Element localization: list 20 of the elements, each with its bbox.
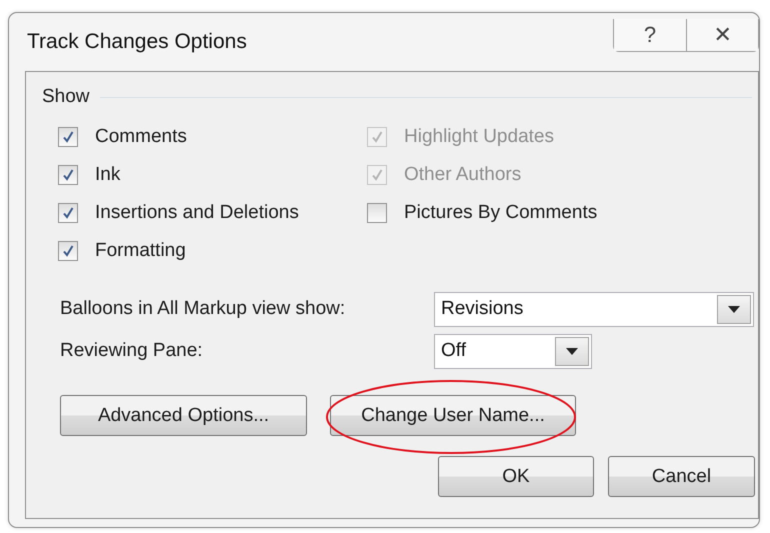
window-title: Track Changes Options <box>27 30 247 54</box>
dropdown-arrow-icon[interactable] <box>728 306 740 312</box>
checkbox[interactable] <box>367 203 387 223</box>
checkbox-label[interactable]: Pictures By Comments <box>404 202 598 224</box>
ok-button[interactable]: OK <box>438 456 594 497</box>
checkbox-label[interactable]: Ink <box>95 164 120 186</box>
checkbox-label[interactable]: Insertions and Deletions <box>95 202 299 224</box>
dropdown-arrow-icon[interactable] <box>566 348 578 354</box>
advanced-options-button[interactable]: Advanced Options... <box>60 395 307 436</box>
cancel-button[interactable]: Cancel <box>608 456 755 497</box>
field-label: Reviewing Pane: <box>60 340 204 362</box>
checkbox-label[interactable]: Formatting <box>95 240 186 262</box>
change-user-name-button[interactable]: Change User Name... <box>330 395 576 436</box>
checkbox-label[interactable]: Comments <box>95 126 187 148</box>
close-button[interactable]: ✕ <box>686 19 758 51</box>
help-button[interactable]: ? <box>614 19 686 51</box>
group-label: Show <box>42 86 90 108</box>
dropdown[interactable]: Revisions <box>434 292 754 326</box>
field-label: Balloons in All Markup view show: <box>60 298 346 320</box>
dropdown[interactable]: Off <box>434 334 592 368</box>
